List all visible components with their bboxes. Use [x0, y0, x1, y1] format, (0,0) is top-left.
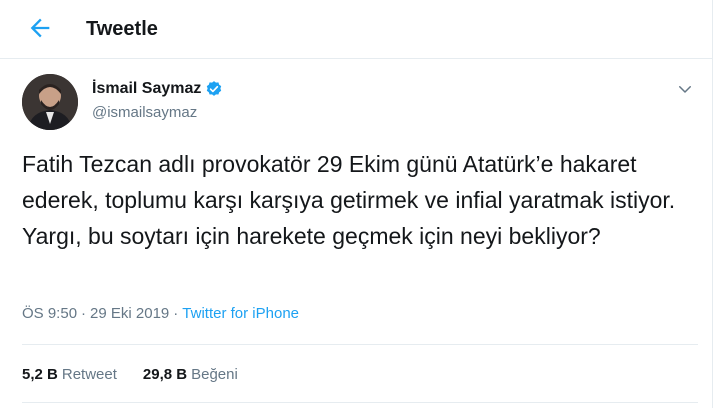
author-name[interactable]: İsmail Saymaz — [92, 80, 201, 98]
tweet-date[interactable]: 29 Eki 2019 — [90, 305, 169, 322]
retweets-count: 5,2 B — [22, 366, 58, 383]
avatar[interactable] — [22, 74, 78, 130]
retweets-label: Retweet — [61, 366, 117, 383]
likes-stat[interactable]: 29,8 B Beğeni — [143, 366, 238, 383]
divider — [22, 344, 698, 345]
chevron-down-icon[interactable] — [676, 80, 694, 98]
divider — [22, 402, 698, 403]
meta-separator: · — [81, 305, 87, 322]
author-name-row: İsmail Saymaz — [92, 80, 223, 98]
tweet-page: Tweetle İsmail Saymaz @ismailsaymaz Fati… — [0, 0, 713, 408]
tweet-text: Fatih Tezcan adlı provokatör 29 Ekim gün… — [22, 151, 676, 249]
tweet-stats: 5,2 B Retweet 29,8 B Beğeni — [22, 366, 238, 383]
tweet-time[interactable]: ÖS 9:50 — [22, 305, 77, 322]
retweets-stat[interactable]: 5,2 B Retweet — [22, 366, 117, 383]
author-handle[interactable]: @ismailsaymaz — [92, 104, 197, 121]
tweet-meta: ÖS 9:50 · 29 Eki 2019 · Twitter for iPhone — [22, 305, 299, 322]
tweet-source-link[interactable]: Twitter for iPhone — [182, 305, 299, 322]
likes-count: 29,8 B — [142, 366, 188, 383]
likes-label: Beğeni — [191, 366, 238, 383]
verified-badge-icon — [207, 81, 222, 96]
page-header: Tweetle — [0, 0, 712, 59]
avatar-image — [22, 74, 78, 130]
meta-separator: · — [173, 305, 179, 322]
page-title: Tweetle — [86, 18, 158, 40]
arrow-left-icon[interactable] — [26, 14, 54, 42]
